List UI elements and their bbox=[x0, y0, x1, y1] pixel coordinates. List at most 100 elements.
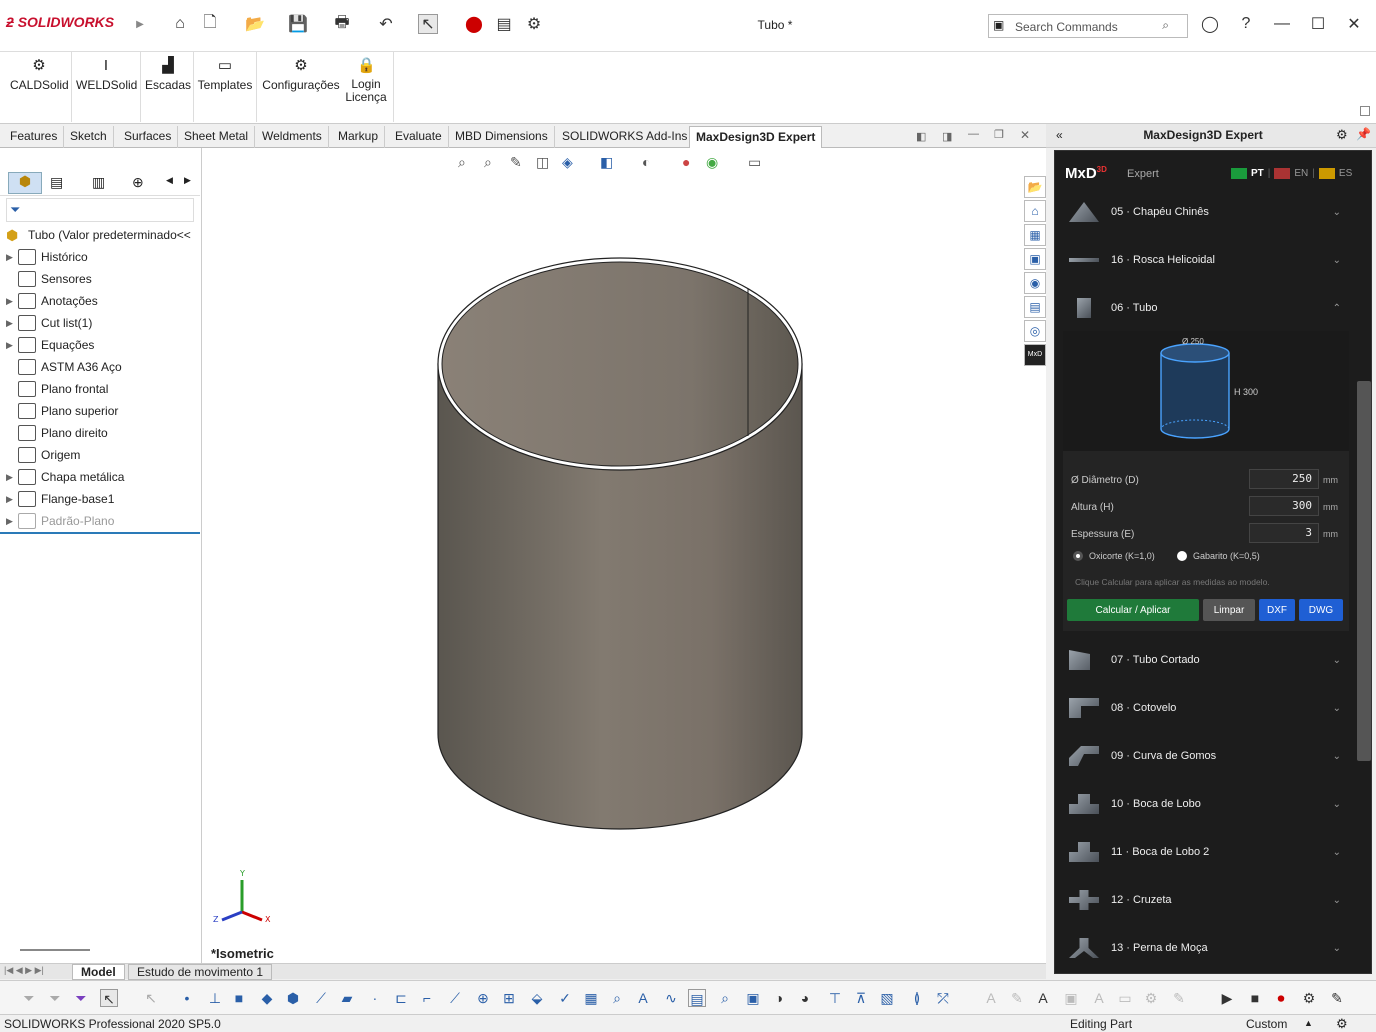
expand-arrow-icon[interactable]: ▶ bbox=[6, 318, 18, 329]
accordion-tubo-cortado[interactable]: 07 · Tubo Cortado ⌄ bbox=[1063, 637, 1353, 683]
status-settings-icon[interactable]: ⚙ bbox=[1336, 1016, 1348, 1032]
tree-item[interactable]: ▶ Cut list(1) bbox=[0, 312, 200, 334]
radio-gabarito[interactable]: Gabarito (K=0,5) bbox=[1177, 551, 1260, 561]
dimension-icon[interactable]: ⌐ bbox=[418, 989, 436, 1007]
tab-sheet-metal[interactable]: Sheet Metal bbox=[178, 126, 256, 148]
tree-item[interactable]: Plano direito bbox=[0, 422, 200, 444]
move-icon[interactable]: ⊼ bbox=[852, 989, 870, 1007]
configuracoes-button[interactable]: ⚙ Configurações bbox=[261, 58, 341, 93]
tab-mbd-dimensions[interactable]: MBD Dimensions bbox=[449, 126, 555, 148]
pane-settings-gear-icon[interactable]: ⚙ bbox=[1336, 127, 1348, 143]
diameter-input[interactable]: 250 bbox=[1249, 469, 1319, 489]
rebuild-icon[interactable]: ⬤ bbox=[464, 14, 484, 34]
image-icon[interactable]: ▣ bbox=[744, 989, 762, 1007]
accordion-tubo[interactable]: 06 · Tubo ⌃ bbox=[1063, 285, 1353, 331]
pattern-icon[interactable]: ≬ bbox=[908, 989, 926, 1007]
dxf-button[interactable]: DXF bbox=[1259, 599, 1295, 621]
axis-icon[interactable]: ⟋ bbox=[312, 989, 330, 1007]
radio-oxicorte[interactable]: Oxicorte (K=1,0) bbox=[1073, 551, 1155, 561]
account-icon[interactable]: ◯ bbox=[1200, 14, 1220, 34]
height-input[interactable]: 300 bbox=[1249, 496, 1319, 516]
save-icon[interactable]: 💾 bbox=[288, 14, 308, 34]
tree-item[interactable]: ▶ Padrão-Plano bbox=[0, 510, 200, 532]
file-explorer-icon[interactable]: ▦ bbox=[1024, 224, 1046, 246]
hatch-icon[interactable]: ▤ bbox=[688, 989, 706, 1007]
play-icon[interactable]: ▶ bbox=[1218, 989, 1236, 1007]
restore-pane-icon[interactable]: ◧ bbox=[916, 130, 926, 143]
coordinate-icon[interactable]: ⊏ bbox=[392, 989, 410, 1007]
maxdesign-tab-icon[interactable]: MxD bbox=[1024, 344, 1046, 366]
open-icon[interactable]: 📂 bbox=[245, 14, 265, 34]
accordion-cotovelo[interactable]: 08 · Cotovelo ⌄ bbox=[1063, 685, 1353, 731]
unit-system[interactable]: Custom bbox=[1246, 1017, 1287, 1031]
sphere-icon[interactable]: ◕ bbox=[796, 989, 814, 1007]
tab-evaluate[interactable]: Evaluate bbox=[389, 126, 449, 148]
tree-root[interactable]: ⬢ Tubo (Valor predeterminado<< bbox=[0, 224, 200, 246]
doc-restore-icon[interactable]: ❐ bbox=[994, 128, 1004, 141]
lang-en[interactable]: EN bbox=[1294, 168, 1308, 179]
table-icon[interactable]: ▦ bbox=[582, 989, 600, 1007]
extrude-icon[interactable]: ■ bbox=[230, 989, 248, 1007]
tree-item[interactable]: Plano frontal bbox=[0, 378, 200, 400]
annotation-tool-icon[interactable]: A bbox=[634, 989, 652, 1007]
tab-sketch[interactable]: Sketch bbox=[64, 126, 114, 148]
solidworks-resources-icon[interactable]: ⌂ bbox=[1024, 200, 1046, 222]
templates-button[interactable]: ▭ Templates bbox=[197, 58, 253, 93]
tab-surfaces[interactable]: Surfaces bbox=[118, 126, 179, 148]
feature-manager-tab-icon[interactable]: ⬢ bbox=[8, 172, 42, 194]
doc-close-icon[interactable]: ✕ bbox=[1020, 128, 1030, 142]
tab-maxdesign3d-expert[interactable]: MaxDesign3D Expert bbox=[689, 126, 823, 148]
dimxpert-tab-icon[interactable]: ⊕ bbox=[132, 174, 144, 191]
expand-arrow-icon[interactable]: ▶ bbox=[6, 296, 18, 307]
tree-item[interactable]: ▶ Equações bbox=[0, 334, 200, 356]
caldsolid-button[interactable]: ⚙ CALDSolid bbox=[10, 58, 69, 93]
accordion-boca-de-lobo[interactable]: 10 · Boca de Lobo ⌄ bbox=[1063, 781, 1353, 827]
limpar-button[interactable]: Limpar bbox=[1203, 599, 1255, 621]
login-licenca-button[interactable]: 🔒 Login Licença bbox=[342, 58, 390, 104]
new-file-icon[interactable]: 🗋 bbox=[200, 14, 220, 34]
macro-icon[interactable]: ⚙ bbox=[1300, 989, 1318, 1007]
photo-icon[interactable]: ▧ bbox=[878, 989, 896, 1007]
plane-tool-icon[interactable]: ▰ bbox=[338, 989, 356, 1007]
filter-edges-icon[interactable]: ⏷ bbox=[46, 989, 64, 1007]
escadas-button[interactable]: ▟ Escadas bbox=[145, 58, 191, 93]
tab-scroll-right-icon[interactable]: ▶ bbox=[184, 175, 191, 186]
tube-model[interactable] bbox=[202, 148, 1046, 963]
tab-motion-study[interactable]: Estudo de movimento 1 bbox=[128, 964, 273, 980]
text-tool-icon[interactable]: A bbox=[1034, 989, 1052, 1007]
custom-properties-icon[interactable]: ▤ bbox=[1024, 296, 1046, 318]
target-icon[interactable]: ⊕ bbox=[474, 989, 492, 1007]
solidworks-logo[interactable]: ƻ SOLIDWORKS bbox=[6, 14, 114, 30]
print-icon[interactable]: 🖶 bbox=[332, 14, 352, 34]
design-library-icon[interactable]: 📂 bbox=[1024, 176, 1046, 198]
units-menu-caret-icon[interactable]: ▲ bbox=[1304, 1018, 1313, 1028]
select-icon[interactable]: ↖ bbox=[418, 14, 438, 34]
filter-faces-icon[interactable]: ⏷ bbox=[20, 989, 38, 1007]
measure-icon[interactable]: ⌕ bbox=[608, 989, 626, 1007]
lang-es[interactable]: ES bbox=[1339, 168, 1352, 179]
chevron-right-icon[interactable]: ▶ bbox=[130, 14, 150, 34]
ribbon-expand-icon[interactable] bbox=[1360, 106, 1370, 116]
flag-es-icon[interactable] bbox=[1318, 168, 1335, 179]
search-icon[interactable]: ⌕ bbox=[1162, 18, 1169, 33]
thickness-input[interactable]: 3 bbox=[1249, 523, 1319, 543]
stop-icon[interactable]: ■ bbox=[1246, 989, 1264, 1007]
tab-scroll-left-icon[interactable]: ◀ bbox=[166, 175, 173, 186]
tile-pane-icon[interactable]: ◨ bbox=[942, 130, 952, 143]
tab-nav-icon[interactable]: |◀ ◀ ▶ ▶| bbox=[4, 965, 44, 976]
flag-uk-icon[interactable] bbox=[1274, 168, 1291, 179]
weldsolid-button[interactable]: Ι WELDSolid bbox=[76, 58, 137, 93]
check-icon[interactable]: ✓ bbox=[556, 989, 574, 1007]
accordion-chapeu-chines[interactable]: 05 · Chapéu Chinês ⌄ bbox=[1063, 189, 1353, 235]
doc-minimize-icon[interactable]: — bbox=[968, 128, 979, 140]
accordion-cruzeta[interactable]: 12 · Cruzeta ⌄ bbox=[1063, 877, 1353, 923]
point-icon[interactable]: • bbox=[178, 989, 196, 1007]
accordion-curva-de-gomos[interactable]: 09 · Curva de Gomos ⌄ bbox=[1063, 733, 1353, 779]
configuration-manager-tab-icon[interactable]: ▥ bbox=[92, 174, 105, 191]
expand-arrow-icon[interactable]: ▶ bbox=[6, 494, 18, 505]
minimize-icon[interactable]: — bbox=[1272, 14, 1292, 34]
tab-weldments[interactable]: Weldments bbox=[256, 126, 329, 148]
select-tool-icon[interactable]: ↖ bbox=[100, 989, 118, 1007]
accordion-rosca-helicoidal[interactable]: 16 · Rosca Helicoidal ⌄ bbox=[1063, 237, 1353, 283]
calcular-aplicar-button[interactable]: Calcular / Aplicar bbox=[1067, 599, 1199, 621]
